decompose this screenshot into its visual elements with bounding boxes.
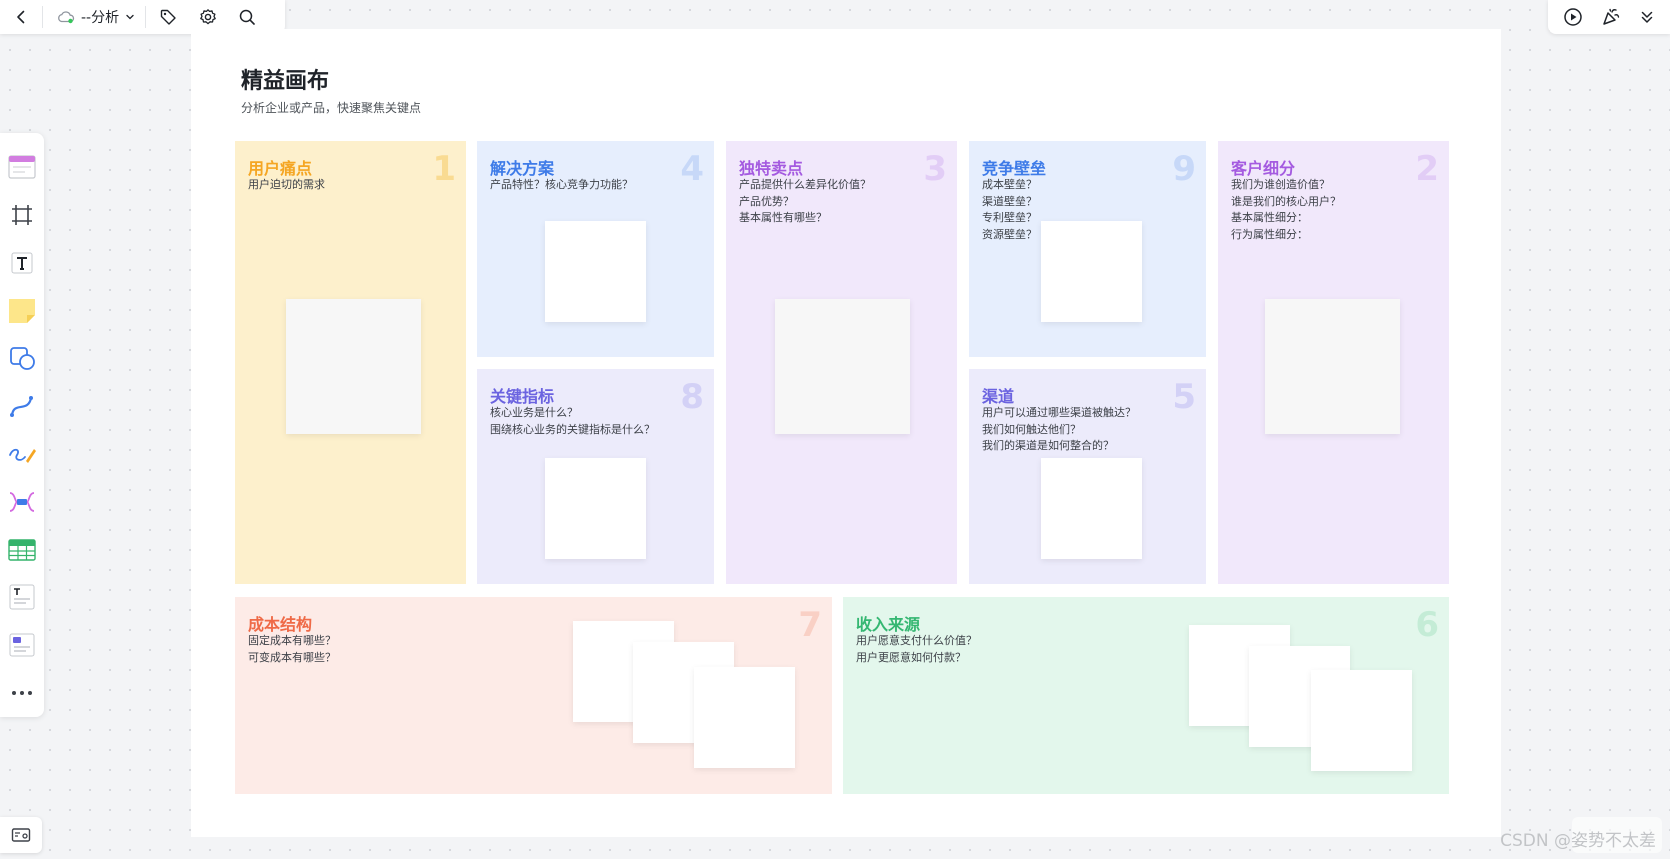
page-title: 精益画布 [241,69,330,94]
tool-frame[interactable] [5,191,39,239]
sticky-note[interactable] [545,221,646,322]
panel-title: 竞争壁垒 [982,159,1047,178]
panel-title: 用户痛点 [248,159,313,178]
panel-number: 2 [1415,149,1439,189]
panel-user-pain[interactable]: 用户痛点 1 用户迫切的需求 [235,141,466,584]
tool-sticky-note[interactable] [5,286,39,334]
document-icon [7,583,37,611]
panel-title: 解决方案 [490,159,555,178]
panel-number: 5 [1172,377,1196,417]
tool-pen[interactable] [5,430,39,478]
panel-revenue-streams[interactable]: 收入来源 6 用户愿意支付什么价值？ 用户更愿意如何付款？ [843,597,1449,794]
panel-key-metrics[interactable]: 关键指标 8 核心业务是什么？ 围绕核心业务的关键指标是什么？ [477,369,714,584]
panel-title: 独特卖点 [739,159,804,178]
sticky-note-icon [7,296,37,324]
panel-title: 关键指标 [490,387,555,406]
collapse-button[interactable] [1639,0,1655,34]
panel-number: 9 [1172,149,1196,189]
sticky-note[interactable] [545,458,646,559]
panel-description: 用户愿意支付什么价值？ 用户更愿意如何付款？ [856,634,977,664]
document-name-dropdown[interactable]: --分析 [43,0,145,34]
map-icon [11,827,31,843]
page-subtitle: 分析企业或产品，快速聚焦关键点 [241,101,422,115]
panel-number: 7 [798,605,822,645]
search-icon [238,8,256,26]
panel-description: 我们为谁创造价值？ 谁是我们的核心用户？ 基本属性细分： 行为属性细分： [1231,178,1341,241]
connector-curve-icon [8,393,36,419]
pen-icon [7,441,37,467]
sticky-note[interactable] [775,299,910,434]
panel-cost-structure[interactable]: 成本结构 7 固定成本有哪些？ 可变成本有哪些？ [235,597,832,794]
sticky-note[interactable] [1265,299,1400,434]
watermark: CSDN @姿势不太差 [1500,831,1656,851]
shape-icon [8,345,36,371]
panel-number: 6 [1415,605,1439,645]
panel-number: 3 [923,149,947,189]
chevron-down-icon [125,12,135,22]
celebrate-button[interactable] [1601,0,1621,34]
chevron-left-icon [13,9,29,25]
tool-connector[interactable] [5,382,39,430]
panel-description: 产品特性？核心竞争力功能？ [490,178,633,191]
panel-description: 用户可以通过哪些渠道被触达？ 我们如何触达他们？ 我们的渠道是如何整合的？ [982,406,1136,452]
sticky-note[interactable] [286,299,421,434]
tool-text[interactable] [5,239,39,287]
table-icon [7,537,37,563]
canvas-page: 精益画布 分析企业或产品，快速聚焦关键点 用户痛点 1 用户迫切的需求 解决方案… [191,29,1501,837]
text-icon [10,251,34,275]
tag-button[interactable] [146,0,190,34]
panel-solution[interactable]: 解决方案 4 产品特性？核心竞争力功能？ [477,141,714,357]
panel-description: 固定成本有哪些？ 可变成本有哪些？ [248,634,336,664]
more-dots-icon [10,689,34,697]
panel-number: 8 [680,377,704,417]
panel-number: 1 [432,149,456,189]
tag-icon [159,8,177,26]
panel-channels[interactable]: 渠道 5 用户可以通过哪些渠道被触达？ 我们如何触达他们？ 我们的渠道是如何整合… [969,369,1206,584]
panel-description: 产品提供什么差异化价值？ 产品优势？ 基本属性有哪些？ [739,178,871,224]
panel-title: 成本结构 [248,615,313,634]
panel-title: 渠道 [982,387,1015,406]
tool-table[interactable] [5,526,39,574]
presentation-button[interactable] [1563,0,1583,34]
panel-title: 客户细分 [1231,159,1296,178]
template-icon [7,154,37,180]
back-button[interactable] [0,0,42,34]
panel-unique-value[interactable]: 独特卖点 3 产品提供什么差异化价值？ 产品优势？ 基本属性有哪些？ [726,141,957,584]
double-chevron-down-icon [1639,9,1655,25]
gear-icon [199,8,217,26]
panel-customer-segments[interactable]: 客户细分 2 我们为谁创造价值？ 谁是我们的核心用户？ 基本属性细分： 行为属性… [1218,141,1449,584]
tool-document[interactable] [5,573,39,621]
top-right-toolbar [1548,0,1670,34]
play-circle-icon [1563,7,1583,27]
tool-card[interactable] [5,621,39,669]
tool-more[interactable] [5,669,39,717]
panel-description: 用户迫切的需求 [248,178,325,191]
tool-template[interactable] [5,143,39,191]
panel-number: 4 [680,149,704,189]
tool-palette [0,133,44,717]
card-icon [7,631,37,659]
panel-competitive-barrier[interactable]: 竞争壁垒 9 成本壁垒？ 渠道壁垒？ 专利壁垒？ 资源壁垒？ [969,141,1206,357]
panel-description: 核心业务是什么？ 围绕核心业务的关键指标是什么？ [490,406,655,436]
tool-shape[interactable] [5,334,39,382]
sticky-note[interactable] [1041,458,1142,559]
sticky-note[interactable] [1311,670,1412,771]
minimap-button[interactable] [0,817,42,853]
sticky-note[interactable] [1041,221,1142,322]
cloud-sync-icon [57,10,75,24]
document-name: --分析 [81,10,120,26]
tool-mindmap[interactable] [5,478,39,526]
party-popper-icon [1601,7,1621,27]
sticky-note[interactable] [694,667,795,768]
mindmap-icon [7,489,37,515]
frame-icon [10,203,34,227]
panel-description: 成本壁垒？ 渠道壁垒？ 专利壁垒？ 资源壁垒？ [982,178,1037,241]
panel-title: 收入来源 [856,615,921,634]
